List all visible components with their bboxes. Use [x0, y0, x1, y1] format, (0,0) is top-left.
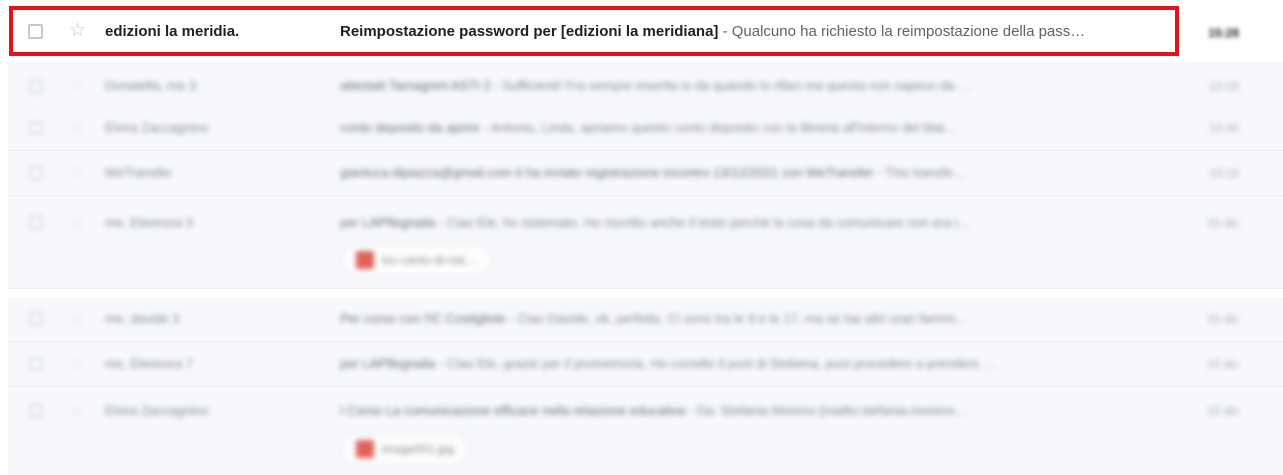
select-checkbox[interactable] — [29, 404, 43, 418]
email-row[interactable]: ☆ me, davide 3 Per corso con l'IC Costig… — [8, 297, 1283, 342]
email-snippet: - Ciao Ele, grazie per il promemoria. Ho… — [435, 356, 996, 371]
email-subject-line: attestati Tamagnini ASTI 2 - Sufficienti… — [340, 78, 1150, 93]
select-checkbox[interactable] — [29, 357, 43, 371]
email-subject: I Corso La comunicazione efficace nella … — [340, 403, 686, 418]
email-snippet: - This transfe… — [873, 165, 966, 180]
email-subject-line: Reimpostazione password per [edizioni la… — [340, 23, 1160, 40]
email-row[interactable]: ☆ Elvira Zaccagnino conto deposito da ap… — [8, 106, 1283, 151]
email-snippet: - Ciao Ele, ho sistemato. Ho riscritto a… — [435, 215, 971, 230]
star-icon[interactable]: ☆ — [70, 402, 85, 419]
email-subject: per LAPflegnaila — [340, 356, 436, 371]
select-checkbox[interactable] — [29, 121, 43, 135]
attachment-chip[interactable]: loc-canto-di-nat… — [341, 244, 492, 276]
email-subject: per LAPflegnaila — [340, 215, 436, 230]
email-subject-line: per LAPflegnaila - Ciao Ele, ho sistemat… — [340, 215, 1150, 230]
email-time: 15 dic — [1206, 357, 1239, 371]
email-subject-line: per LAPflegnaila - Ciao Ele, grazie per … — [340, 356, 1150, 371]
email-sender: me, Eleonora 7 — [105, 356, 194, 371]
email-time: 10:10 — [1208, 166, 1239, 180]
email-subject-line: conto deposito da aprire - Antonio, Lind… — [340, 120, 1150, 135]
select-checkbox[interactable] — [28, 24, 43, 39]
image-file-icon — [356, 440, 374, 458]
star-icon[interactable]: ☆ — [70, 77, 85, 94]
email-row-selected[interactable]: ☆ edizioni la meridia. Reimpostazione pa… — [8, 6, 1283, 56]
email-time: 15 dic — [1206, 404, 1239, 418]
star-icon[interactable]: ☆ — [70, 164, 85, 181]
email-subject: Per corso con l'IC Costigliole — [340, 311, 506, 326]
email-time: 15:28 — [1208, 26, 1239, 40]
email-sender: WeTransfer — [105, 165, 173, 180]
email-snippet: - Qualcuno ha richiesto la reimpostazion… — [718, 23, 1086, 40]
email-sender: Elvira Zaccagnino — [105, 120, 209, 135]
email-snippet: - Antonio, Linda, apriamo questo conto d… — [479, 120, 958, 135]
email-row[interactable]: ☆ WeTransfer gianluca.dipiazza@gmail.com… — [8, 151, 1283, 196]
email-snippet: - Ciao Davide, ok, perfetto. Ci sono tra… — [505, 311, 968, 326]
email-sender: Elvira Zaccagnino — [105, 403, 209, 418]
email-subject-line: gianluca.dipiazza@gmail.com ti ha inviat… — [340, 165, 1150, 180]
email-row[interactable]: ☆ Elvira Zaccagnino I Corso La comunicaz… — [8, 387, 1283, 475]
attachment-name: image001.jpg — [382, 442, 455, 456]
star-icon[interactable]: ☆ — [70, 310, 85, 327]
email-sender: edizioni la meridia. — [105, 23, 240, 40]
email-time: 12:40 — [1208, 121, 1239, 135]
email-subject: conto deposito da aprire — [340, 120, 480, 135]
email-subject: gianluca.dipiazza@gmail.com ti ha inviat… — [340, 165, 874, 180]
email-snippet: - Da: Stefania Moreno [mailto:stefania.m… — [685, 403, 968, 418]
star-icon[interactable]: ☆ — [70, 119, 85, 136]
email-row[interactable]: ☆ me, Eleonora 7 per LAPflegnaila - Ciao… — [8, 342, 1283, 387]
pdf-file-icon — [356, 251, 374, 269]
star-icon[interactable]: ☆ — [70, 355, 85, 372]
select-checkbox[interactable] — [29, 166, 43, 180]
email-sender: Donatella, me 3 — [105, 78, 197, 93]
email-sender: me, davide 3 — [105, 311, 180, 326]
email-sender: me, Eleonora 3 — [105, 215, 194, 230]
email-row[interactable]: ☆ Donatella, me 3 attestati Tamagnini AS… — [8, 61, 1283, 111]
attachment-name: loc-canto-di-nat… — [382, 253, 477, 267]
email-subject: attestati Tamagnini ASTI 2 — [340, 78, 491, 93]
select-checkbox[interactable] — [29, 312, 43, 326]
email-subject-line: Per corso con l'IC Costigliole - Ciao Da… — [340, 311, 1150, 326]
email-subject-line: I Corso La comunicazione efficace nella … — [340, 403, 1150, 418]
email-subject: Reimpostazione password per [edizioni la… — [340, 23, 719, 40]
email-time: 15 dic — [1206, 216, 1239, 230]
star-icon[interactable]: ☆ — [70, 214, 85, 231]
star-icon[interactable]: ☆ — [69, 21, 86, 40]
email-time: 13:16 — [1208, 79, 1239, 93]
email-snippet: - Sufficienti! Fra sempre inserita io da… — [490, 78, 972, 93]
email-row[interactable]: ☆ me, Eleonora 3 per LAPflegnaila - Ciao… — [8, 196, 1283, 289]
select-checkbox[interactable] — [29, 80, 43, 94]
attachment-chip[interactable]: image001.jpg — [341, 433, 470, 465]
select-checkbox[interactable] — [29, 216, 43, 230]
email-time: 15 dic — [1206, 312, 1239, 326]
